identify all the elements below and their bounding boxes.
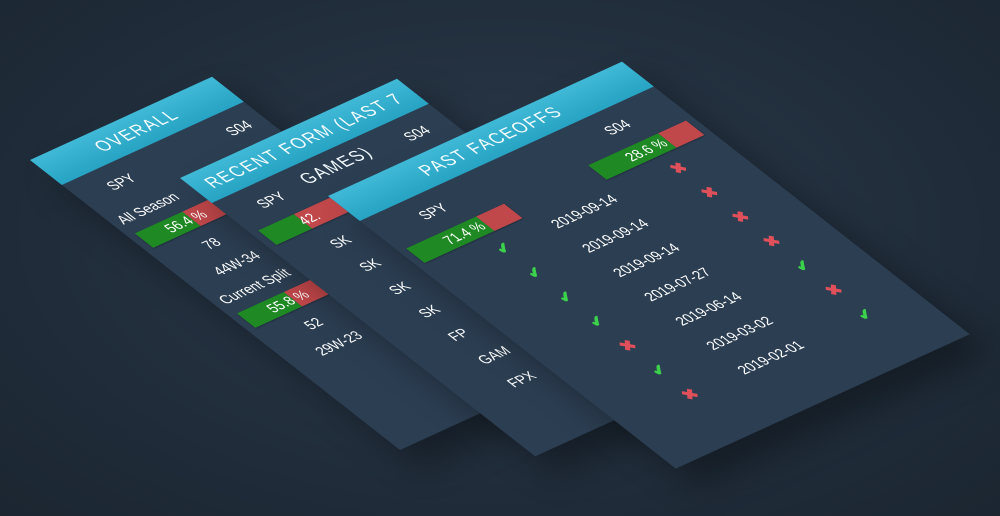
- cross-icon: ✖: [676, 385, 705, 404]
- recent-opponent: SK: [325, 232, 356, 252]
- check-icon: ✔: [789, 256, 818, 276]
- faceoff-date: 2019-06-14: [671, 289, 747, 329]
- recent-team-b: S04: [399, 123, 435, 144]
- cross-icon: ✖: [758, 232, 787, 251]
- faceoff-date: 2019-02-01: [733, 338, 809, 378]
- faceoff-date: 2019-07-27: [640, 265, 716, 304]
- current-split-record: 29W-23: [311, 328, 367, 359]
- faceoff-date: 2019-09-14: [546, 192, 622, 231]
- check-icon: ✔: [583, 312, 612, 331]
- check-icon: ✔: [851, 305, 880, 324]
- cross-icon: ✖: [727, 208, 756, 227]
- recent-opponent: SK: [384, 279, 415, 298]
- cross-icon: ✖: [665, 159, 694, 178]
- all-season-record: 44W-34: [209, 248, 265, 279]
- faceoffs-team-a: SPY: [414, 200, 453, 223]
- all-season-games: 78: [197, 235, 226, 253]
- recent-opponent: FPX: [503, 368, 541, 391]
- check-icon: ✔: [552, 288, 581, 307]
- recent-opponent: FP: [444, 325, 474, 344]
- overall-team-a: SPY: [102, 171, 141, 194]
- recent-team-a: SPY: [252, 189, 291, 212]
- check-icon: ✔: [645, 361, 674, 380]
- recent-opponent: GAM: [473, 343, 515, 368]
- recent-opponent: SK: [355, 255, 386, 275]
- overall-team-b: S04: [221, 117, 257, 139]
- faceoff-date: 2019-03-02: [702, 313, 778, 353]
- cross-icon: ✖: [820, 281, 849, 300]
- faceoff-date: 2019-09-14: [577, 216, 653, 256]
- cross-icon: ✖: [614, 336, 643, 356]
- recent-opponent: SK: [414, 302, 445, 321]
- current-split-games: 52: [300, 315, 328, 333]
- faceoffs-team-b: S04: [599, 117, 636, 138]
- check-icon: ✔: [490, 239, 519, 258]
- check-icon: ✔: [521, 263, 550, 283]
- faceoff-date: 2019-09-14: [609, 240, 684, 280]
- cross-icon: ✖: [696, 183, 725, 203]
